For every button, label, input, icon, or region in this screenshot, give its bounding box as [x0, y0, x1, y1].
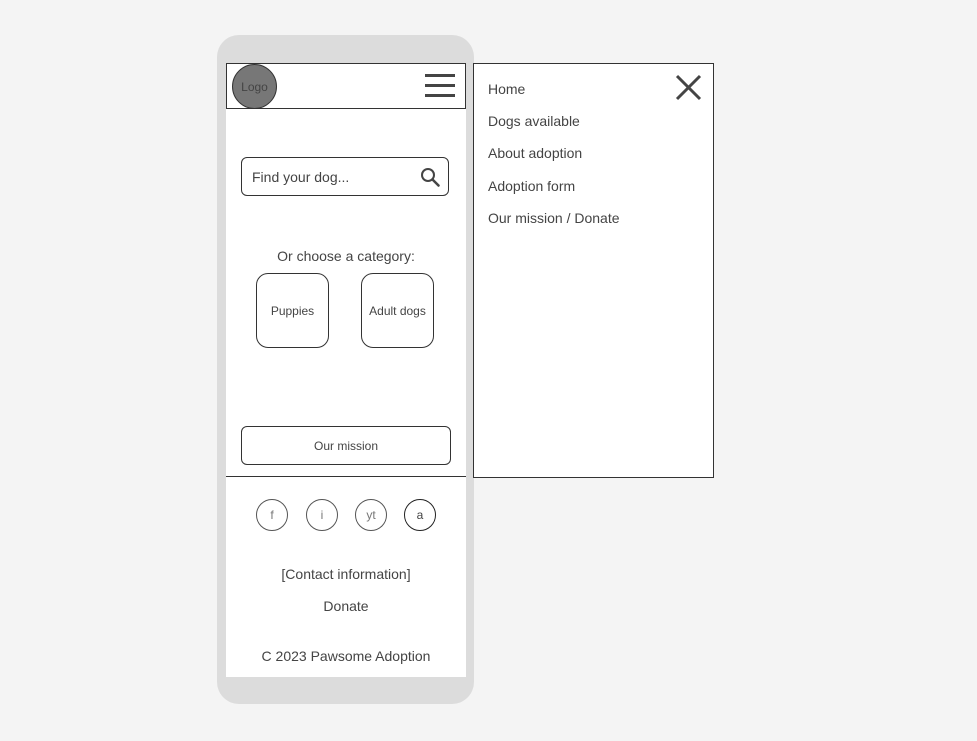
- copyright-text: C 2023 Pawsome Adoption: [261, 648, 431, 664]
- social-a-icon[interactable]: a: [404, 499, 436, 531]
- donate-link[interactable]: Donate: [226, 598, 466, 614]
- menu-item-dogs-available[interactable]: Dogs available: [488, 113, 580, 129]
- search-box: [241, 157, 449, 196]
- search-icon[interactable]: [420, 167, 440, 187]
- search-input[interactable]: [252, 158, 412, 195]
- facebook-icon[interactable]: f: [256, 499, 288, 531]
- category-heading: Or choose a category:: [277, 248, 415, 264]
- footer-divider: [226, 476, 466, 477]
- youtube-icon[interactable]: yt: [355, 499, 387, 531]
- phone-screen: [226, 63, 466, 677]
- menu-item-about-adoption[interactable]: About adoption: [488, 145, 582, 161]
- hamburger-icon[interactable]: [425, 74, 455, 98]
- logo[interactable]: Logo: [232, 64, 277, 109]
- our-mission-button[interactable]: Our mission: [241, 426, 451, 465]
- close-icon[interactable]: [675, 74, 702, 101]
- instagram-icon[interactable]: i: [306, 499, 338, 531]
- menu-item-adoption-form[interactable]: Adoption form: [488, 178, 575, 194]
- nav-menu-panel: Home Dogs available About adoption Adopt…: [473, 63, 714, 478]
- category-adult-dogs-button[interactable]: Adult dogs: [361, 273, 434, 348]
- contact-information: [Contact information]: [281, 566, 411, 582]
- menu-item-mission-donate[interactable]: Our mission / Donate: [488, 210, 620, 226]
- category-puppies-button[interactable]: Puppies: [256, 273, 329, 348]
- menu-item-home[interactable]: Home: [488, 81, 525, 97]
